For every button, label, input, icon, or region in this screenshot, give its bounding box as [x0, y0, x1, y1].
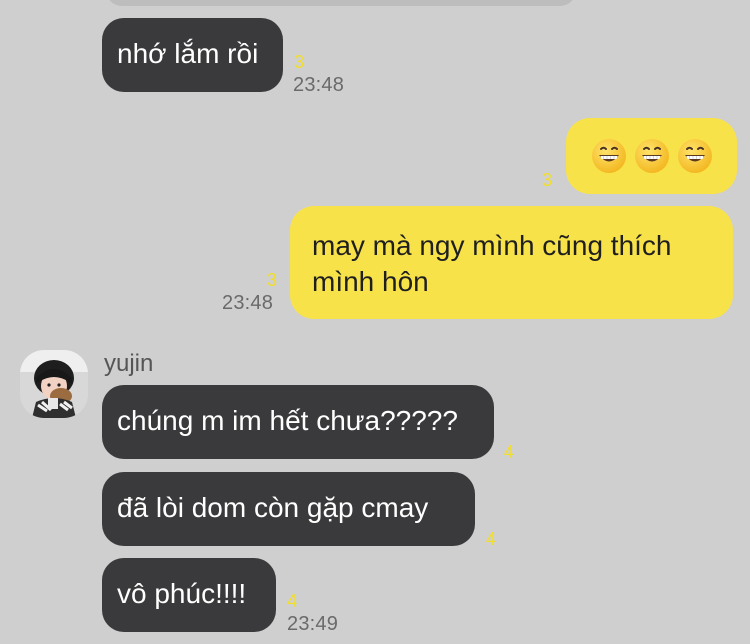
read-count: 4 [486, 529, 497, 549]
read-count: 3 [294, 52, 305, 72]
grinning-face-icon [591, 139, 626, 173]
message-text: nhớ lắm rồi [117, 38, 259, 69]
incoming-message-bubble[interactable]: vô phúc!!!! [102, 558, 276, 632]
message-time: 23:48 [222, 292, 274, 314]
incoming-message-bubble[interactable]: nhớ lắm rồi [102, 18, 283, 92]
grinning-face-icon [634, 139, 669, 173]
sender-name[interactable]: yujin [104, 350, 153, 378]
incoming-message-bubble[interactable]: chúng m im hết chưa????? [102, 385, 494, 459]
read-count: 3 [542, 170, 553, 190]
message-text: vô phúc!!!! [117, 578, 247, 609]
message-text-line: may mà ngy mình cũng thích [312, 230, 672, 261]
grinning-face-icon [677, 139, 712, 173]
outgoing-emoji-message-bubble[interactable] [566, 118, 737, 194]
previous-message-fragment [106, 0, 576, 6]
read-count: 4 [287, 591, 298, 611]
message-text: chúng m im hết chưa????? [117, 405, 458, 436]
read-count: 4 [504, 442, 515, 462]
message-time: 23:48 [293, 74, 345, 96]
sender-avatar[interactable] [20, 350, 88, 418]
message-text-line: mình hôn [312, 266, 429, 297]
outgoing-message-bubble[interactable]: may mà ngy mình cũng thích mình hôn [290, 206, 733, 319]
avatar-photo [20, 350, 88, 418]
incoming-message-bubble[interactable]: đã lòi dom còn gặp cmay [102, 472, 475, 546]
read-count: 3 [267, 270, 278, 290]
message-text: đã lòi dom còn gặp cmay [117, 492, 429, 523]
message-time: 23:49 [287, 613, 339, 635]
emoji-group [584, 118, 719, 194]
